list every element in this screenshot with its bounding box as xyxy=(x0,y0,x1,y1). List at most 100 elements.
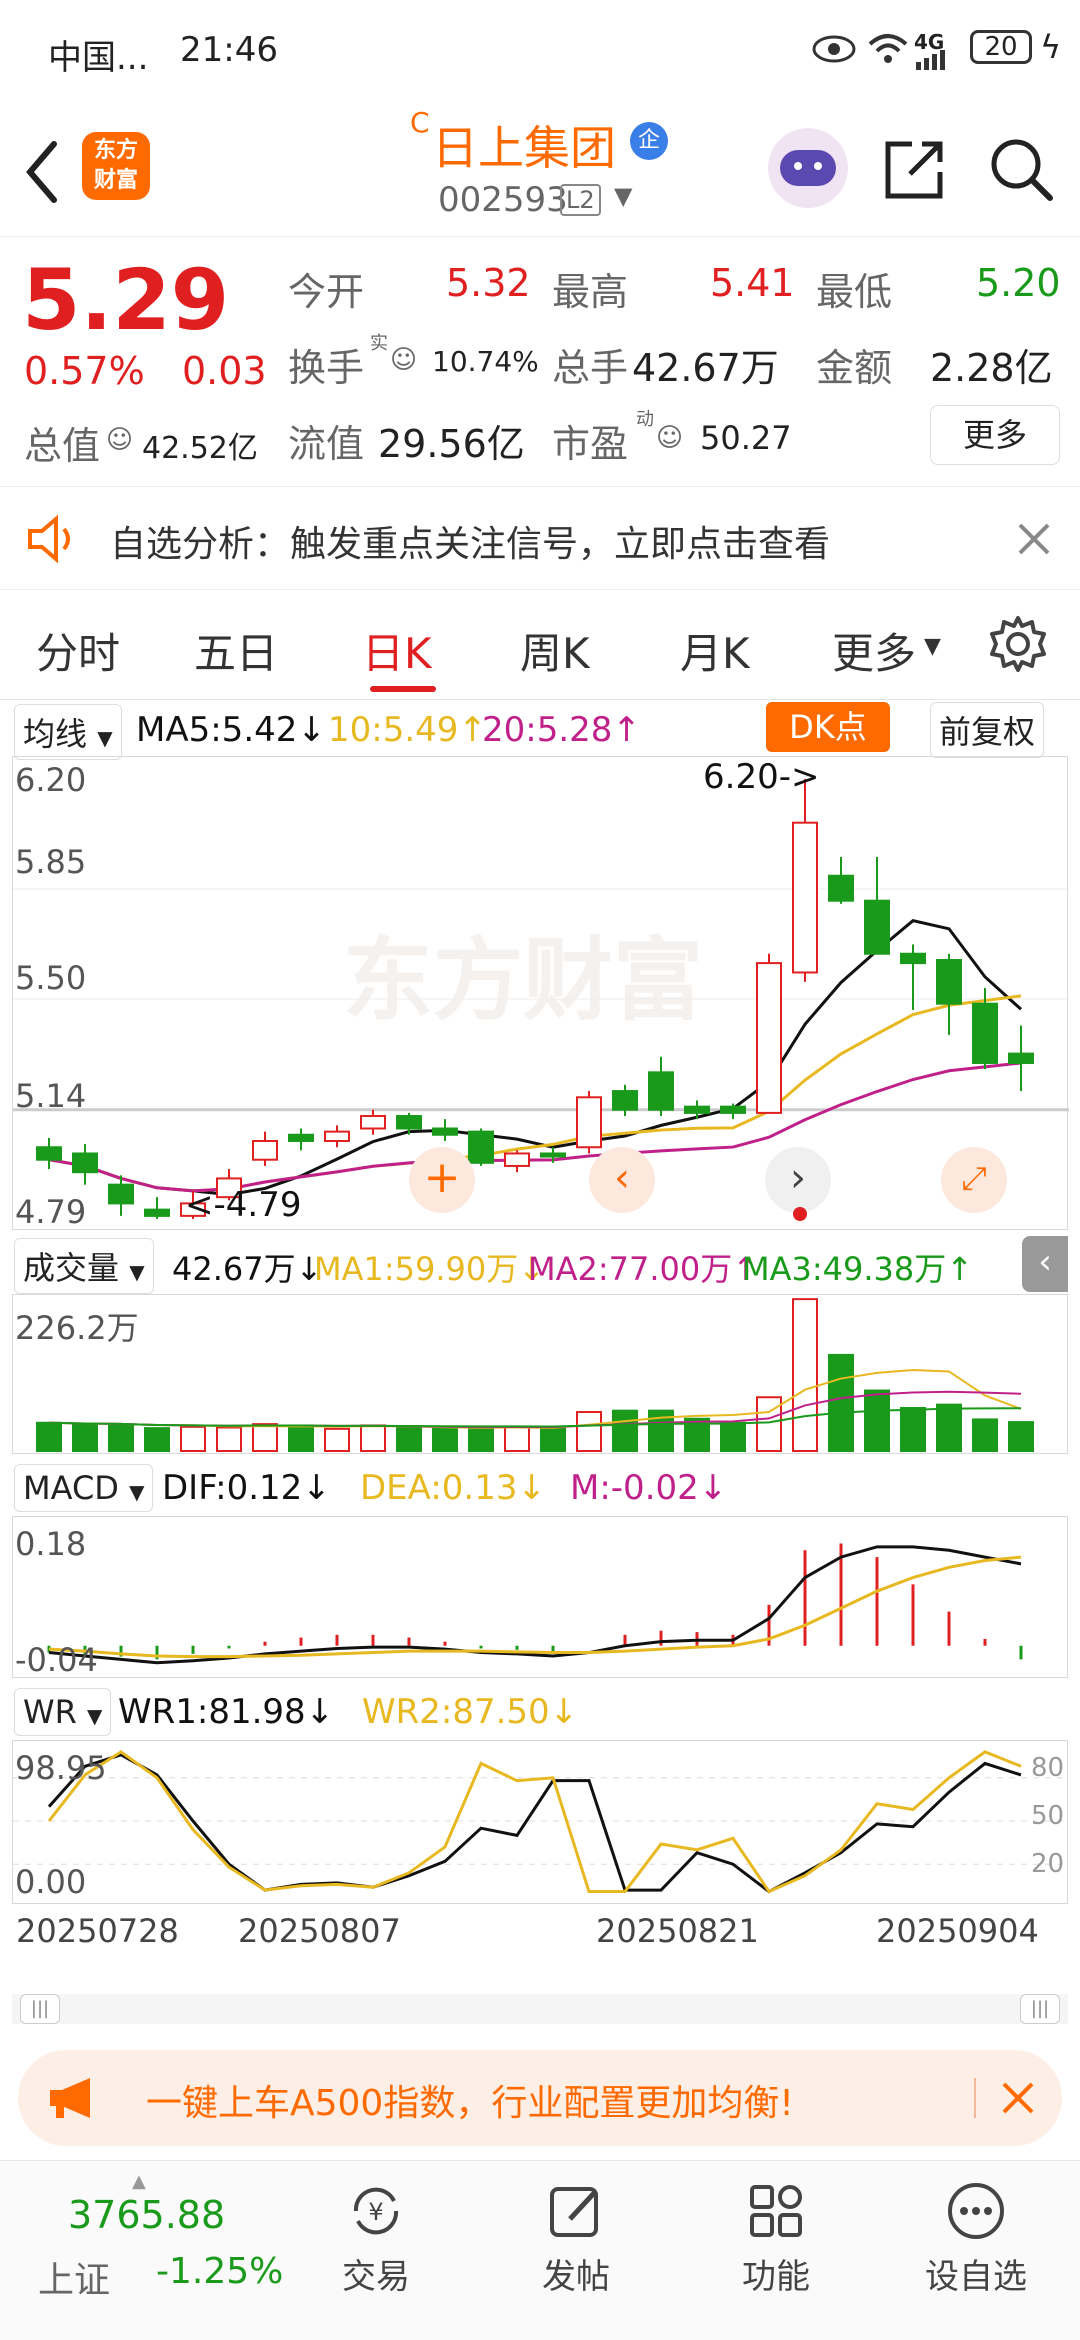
nav-post-label: 发帖 xyxy=(542,2257,610,2297)
info-icon[interactable]: ☺ xyxy=(106,425,133,455)
candle-body xyxy=(756,962,782,1114)
dk-point-button[interactable]: DK点 xyxy=(766,702,890,752)
wr-select[interactable]: WR ▼ xyxy=(14,1688,112,1736)
candle-body xyxy=(828,874,854,902)
mktcap-label: 总值 xyxy=(24,424,101,468)
macd-select-label: MACD xyxy=(23,1469,119,1507)
price-chart[interactable]: 东方财富 6.20 5.85 5.50 5.14 4.79 6.20-> <-4… xyxy=(12,756,1069,1231)
search-icon[interactable] xyxy=(988,136,1054,202)
assistant-avatar[interactable] xyxy=(768,128,848,208)
battery-level: 20 xyxy=(984,32,1018,62)
volume-svg xyxy=(36,1298,1034,1453)
stock-code: 002593 xyxy=(438,180,568,220)
pe-sup: 动 xyxy=(636,409,654,430)
tab-five-day[interactable]: 五日 xyxy=(194,620,278,681)
index-value[interactable]: 3765.88 xyxy=(68,2193,225,2237)
candle-body xyxy=(576,1096,602,1149)
volume-chart[interactable]: 226.2万 xyxy=(12,1294,1068,1454)
wifi-icon xyxy=(868,34,908,63)
clock: 21:46 xyxy=(180,30,278,70)
nav-set-watchlist[interactable]: 设自选 xyxy=(906,2181,1046,2298)
period-tabs: 分时 五日 日K 周K 月K 更多 ▼ xyxy=(0,590,1080,700)
battery-icon: 20 xyxy=(970,30,1032,64)
stock-header: 东方财富 C 日上集团 企 002593 L2 ▼ xyxy=(0,100,1080,236)
nav-set-watchlist-label: 设自选 xyxy=(925,2257,1027,2297)
range-scroller[interactable]: ||| ||| xyxy=(12,1994,1068,2024)
nav-trade[interactable]: ¥ 交易 xyxy=(306,2181,446,2298)
adjust-select[interactable]: 前复权 xyxy=(930,702,1045,758)
close-icon[interactable] xyxy=(1016,521,1052,557)
stock-name: 日上集团 xyxy=(432,121,616,175)
promo-banner[interactable]: 一键上车A500指数，行业配置更加均衡! xyxy=(18,2050,1062,2146)
volume-bar xyxy=(936,1403,962,1452)
candle-body xyxy=(108,1183,134,1205)
wr-chart[interactable]: 98.95 0.00 80 50 20 xyxy=(12,1740,1069,1904)
promo-close-icon[interactable] xyxy=(1000,2080,1036,2116)
range-handle-left[interactable]: ||| xyxy=(20,1994,60,2024)
stock-switch-icon[interactable]: ▼ xyxy=(614,182,632,210)
share-icon[interactable] xyxy=(882,138,946,202)
low-marker-label: <-4.79 xyxy=(185,1185,302,1225)
open-value: 5.32 xyxy=(446,261,531,305)
candle-body xyxy=(360,1115,386,1130)
volume-bar xyxy=(540,1426,566,1452)
more-dots-icon xyxy=(948,2183,1004,2239)
active-tab-indicator xyxy=(370,686,436,692)
tab-intraday[interactable]: 分时 xyxy=(36,620,120,681)
more-button[interactable]: 更多 xyxy=(930,405,1060,465)
date-axis: 20250728 20250807 20250821 20250904 xyxy=(0,1906,1080,1986)
gear-icon[interactable] xyxy=(988,614,1048,674)
tab-more[interactable]: 更多 xyxy=(832,620,916,681)
back-icon[interactable] xyxy=(22,140,62,204)
volume-select[interactable]: 成交量 ▼ xyxy=(14,1238,154,1294)
pe-info-icon[interactable]: ☺ xyxy=(656,423,683,453)
volume-bar xyxy=(108,1423,134,1453)
scroll-right-button[interactable]: › xyxy=(765,1147,831,1213)
turnover-info-icon[interactable]: ☺ xyxy=(390,345,417,375)
wr1-value: WR1:81.98↓ xyxy=(118,1692,335,1732)
vol-ma1: MA1:59.90万↓ xyxy=(314,1250,546,1288)
tab-daily-k[interactable]: 日K xyxy=(362,620,432,681)
analysis-banner[interactable]: 自选分析：触发重点关注信号，立即点击查看 xyxy=(0,486,1080,590)
wr2-value: WR2:87.50↓ xyxy=(362,1692,579,1732)
change-amount: 0.03 xyxy=(182,349,267,393)
low-label: 最低 xyxy=(816,270,893,314)
tab-monthly-k[interactable]: 月K xyxy=(680,620,750,681)
nav-post[interactable]: 发帖 xyxy=(506,2181,646,2298)
nav-trade-label: 交易 xyxy=(342,2257,410,2297)
promo-divider xyxy=(974,2078,976,2118)
scroll-left-button[interactable]: ‹ xyxy=(589,1147,655,1213)
volume-bar xyxy=(864,1389,890,1452)
crosshair-add-button[interactable]: + xyxy=(409,1147,475,1213)
y-tick-label: 4.79 xyxy=(15,1193,87,1231)
ma10-value: 10:5.49↑ xyxy=(328,710,487,750)
date-label: 20250821 xyxy=(596,1912,759,1950)
range-handle-right[interactable]: ||| xyxy=(1020,1994,1060,2024)
wr-tick-50: 50 xyxy=(1031,1801,1065,1831)
collapse-side-icon[interactable]: ‹ xyxy=(1022,1236,1068,1292)
macd-chart[interactable]: 0.18 -0.04 xyxy=(12,1516,1068,1679)
high-label: 最高 xyxy=(552,270,629,314)
volume-bar xyxy=(720,1421,746,1453)
index-name: 上证 xyxy=(38,2260,111,2301)
candle-body xyxy=(936,958,962,1005)
megaphone-icon xyxy=(50,2078,90,2118)
volume-label: 总手 xyxy=(552,346,629,390)
fullscreen-button[interactable]: ⤢ xyxy=(941,1147,1007,1213)
candle-body xyxy=(648,1071,674,1111)
dea-line xyxy=(48,1555,1022,1659)
ma-select[interactable]: 均线 ▼ xyxy=(14,704,122,760)
mktcap-value: 42.52亿 xyxy=(142,431,258,466)
low-value: 5.20 xyxy=(976,261,1061,305)
tab-weekly-k[interactable]: 周K xyxy=(520,620,590,681)
float-label: 流值 xyxy=(288,422,365,466)
volume-bar xyxy=(180,1425,206,1453)
candle-body xyxy=(792,821,818,974)
macd-select[interactable]: MACD ▼ xyxy=(14,1464,154,1512)
wr-row: WR ▼ WR1:81.98↓ WR2:87.50↓ xyxy=(0,1682,1080,1738)
candle-body xyxy=(396,1115,422,1130)
volume-bar xyxy=(972,1418,998,1452)
nav-functions[interactable]: 功能 xyxy=(706,2181,846,2298)
vol-ma3: MA3:49.38万↑ xyxy=(742,1250,974,1288)
volume-bar xyxy=(324,1427,350,1453)
